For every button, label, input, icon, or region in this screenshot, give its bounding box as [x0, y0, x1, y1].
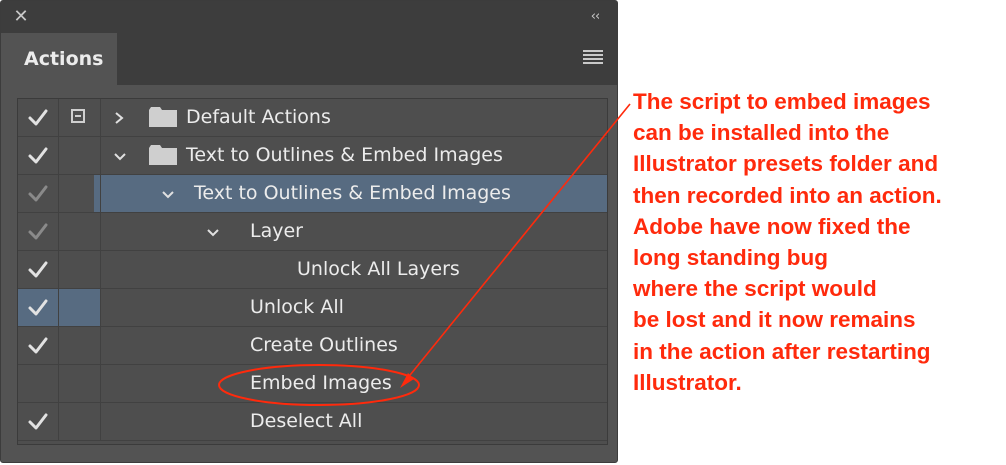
- annotation-text: The script to embed images can be install…: [633, 86, 1001, 398]
- annotation-line: Adobe have now fixed the: [633, 213, 911, 239]
- annotation-line: where the script would: [633, 276, 877, 302]
- annotation-line: Illustrator presets folder and: [633, 151, 939, 177]
- annotation-arrow-head: [400, 373, 414, 388]
- annotation-line: can be installed into the: [633, 120, 890, 146]
- annotation-line: then recorded into an action.: [633, 182, 942, 208]
- annotation-arrow-line: [405, 103, 631, 381]
- annotation-line: be lost and it now remains: [633, 307, 916, 333]
- annotation-line: in the action after restarting: [633, 338, 931, 364]
- annotation-line: The script to embed images: [633, 89, 931, 114]
- annotation-line: Illustrator.: [633, 369, 742, 395]
- annotation-line: long standing bug: [633, 245, 828, 271]
- embed-images-circle: [218, 364, 420, 406]
